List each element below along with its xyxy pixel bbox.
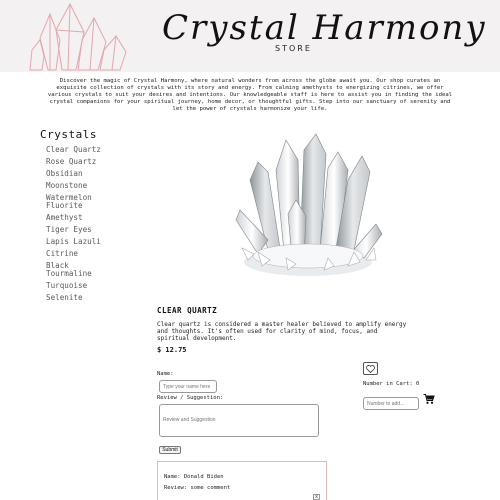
sidebar-item-obsidian[interactable]: Obsidian xyxy=(46,170,150,178)
crystal-logo-icon xyxy=(29,2,127,71)
sidebar-item-lapis-lazuli[interactable]: Lapis Lazuli xyxy=(46,238,150,246)
submitted-review-card: Name: Donald Biden Review: some comment … xyxy=(157,461,327,500)
shopping-cart-icon[interactable] xyxy=(423,393,435,405)
sidebar-item-clear-quartz[interactable]: Clear Quartz xyxy=(46,146,150,154)
product-price: $ 12.75 xyxy=(157,346,187,354)
brand-subtitle: STORE xyxy=(275,44,312,53)
sidebar-item-amethyst[interactable]: Amethyst xyxy=(46,214,150,222)
cart-count: Number in Cart: 0 xyxy=(363,381,420,387)
brand-title: Crystal Harmony xyxy=(162,8,487,48)
sidebar-item-moonstone[interactable]: Moonstone xyxy=(46,182,150,190)
close-review-button[interactable]: x xyxy=(313,494,320,500)
sidebar-item-watermelon-fluorite[interactable]: Watermelon Fluorite xyxy=(46,194,108,209)
review-label: Review / Suggestion: xyxy=(157,395,224,401)
clear-quartz-image xyxy=(235,133,383,276)
product-description: Clear quartz is considered a master heal… xyxy=(157,321,407,342)
add-to-cart-quantity-input[interactable] xyxy=(363,397,419,410)
review-textarea[interactable] xyxy=(159,404,319,437)
sidebar-item-selenite[interactable]: Selenite xyxy=(46,294,150,302)
sidebar-item-turquoise[interactable]: Turquoise xyxy=(46,282,150,290)
submit-button[interactable]: Submit xyxy=(159,446,181,454)
sidebar-item-rose-quartz[interactable]: Rose Quartz xyxy=(46,158,150,166)
review-text: Review: some comment xyxy=(164,485,231,491)
sidebar-item-black-tourmaline[interactable]: Black Tourmaline xyxy=(46,262,108,277)
sidebar-item-citrine[interactable]: Citrine xyxy=(46,250,150,258)
crystal-sidebar: Crystals Clear Quartz Rose Quartz Obsidi… xyxy=(40,128,150,306)
name-input[interactable] xyxy=(159,380,217,393)
intro-paragraph: Discover the magic of Crystal Harmony, w… xyxy=(47,78,453,112)
sidebar-item-tiger-eyes[interactable]: Tiger Eyes xyxy=(46,226,150,234)
name-label: Name: xyxy=(157,371,174,377)
site-header: Crystal Harmony STORE xyxy=(0,0,500,72)
favorite-button[interactable] xyxy=(363,362,378,375)
heart-outline-icon xyxy=(366,364,375,373)
sidebar-title: Crystals xyxy=(40,128,97,141)
product-name: CLEAR QUARTZ xyxy=(157,306,218,315)
review-name: Name: Donald Biden xyxy=(164,474,224,480)
